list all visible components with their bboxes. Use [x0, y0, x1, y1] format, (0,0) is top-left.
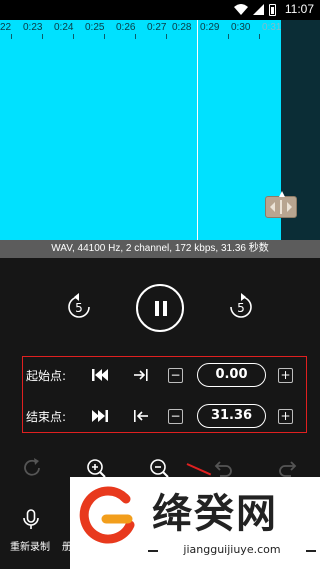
pause-icon-bar: [163, 301, 167, 316]
file-info-bar: WAV, 44100 Hz, 2 channel, 172 kbps, 31.3…: [0, 240, 320, 258]
arrow-left-icon: [270, 202, 275, 212]
timeline-tick: 22: [0, 22, 12, 33]
start-point-label: 起始点:: [26, 369, 67, 383]
transport-controls: 5 5: [0, 258, 320, 358]
set-end-here-icon[interactable]: [130, 405, 152, 427]
marker-pin-icon: [279, 191, 285, 197]
watermark-subtitle: jiangguijiuye.com: [148, 543, 316, 556]
end-point-label: 结束点:: [26, 410, 67, 424]
skip-to-start-icon[interactable]: [89, 364, 111, 386]
skip-forward-seconds: 5: [237, 301, 245, 315]
pause-button[interactable]: [136, 284, 184, 332]
playhead-line[interactable]: [197, 20, 198, 240]
timeline-tick: 0:31: [262, 22, 282, 33]
start-increase-button[interactable]: +: [278, 368, 293, 383]
tick-mark: [166, 34, 167, 39]
start-decrease-button[interactable]: −: [168, 368, 183, 383]
tick-mark: [135, 34, 136, 39]
audio-editor-screen: 11:07 22 0:23 0:24 0:25 0:26 0:27 0:28 0…: [0, 0, 320, 569]
timeline-tick: 0:24: [54, 22, 74, 33]
refresh-icon[interactable]: [20, 456, 44, 480]
tick-mark: [104, 34, 105, 39]
waveform-view[interactable]: 22 0:23 0:24 0:25 0:26 0:27 0:28 0:29 0:…: [0, 20, 320, 240]
signal-icon: [253, 4, 264, 15]
status-time: 11:07: [284, 2, 314, 16]
watermark-title: 绛癸网: [152, 491, 278, 537]
timeline-tick: 0:29: [200, 22, 220, 33]
timeline-tick: 0:23: [23, 22, 43, 33]
arrow-right-icon: [287, 202, 292, 212]
end-point-row: 结束点: − 31.36 +: [23, 401, 308, 431]
end-marker-handle[interactable]: [265, 191, 297, 218]
battery-icon: [269, 4, 276, 16]
timeline-tick: 0:26: [116, 22, 136, 33]
skip-forward-button[interactable]: 5: [226, 292, 256, 322]
set-start-here-icon[interactable]: [130, 364, 152, 386]
start-value-field[interactable]: 0.00: [197, 363, 266, 387]
skip-back-seconds: 5: [75, 301, 83, 315]
watermark-overlay: 绛癸网 jiangguijiuye.com: [70, 477, 320, 569]
end-increase-button[interactable]: +: [278, 409, 293, 424]
microphone-icon: [23, 509, 39, 529]
timeline-tick: 0:27: [147, 22, 167, 33]
tick-mark: [42, 34, 43, 39]
wifi-icon: [234, 4, 248, 15]
timeline-ruler: 22 0:23 0:24 0:25 0:26 0:27 0:28 0:29 0:…: [0, 20, 320, 39]
timeline-tick: 0:28: [172, 22, 192, 33]
grip-icon: [280, 200, 282, 214]
end-value-field[interactable]: 31.36: [197, 404, 266, 428]
watermark-logo-icon: [79, 486, 135, 544]
tick-mark: [259, 34, 260, 39]
rerecord-label: 重新录制: [10, 542, 50, 553]
skip-back-button[interactable]: 5: [64, 292, 94, 322]
tick-mark: [73, 34, 74, 39]
tick-mark: [228, 34, 229, 39]
start-point-row: 起始点: − 0.00 +: [23, 360, 308, 390]
tick-mark: [11, 34, 12, 39]
pause-icon: [155, 301, 159, 316]
skip-to-end-icon[interactable]: [89, 405, 111, 427]
timeline-tick: 0:30: [231, 22, 251, 33]
timeline-tick: 0:25: [85, 22, 105, 33]
selection-panel: 起始点: − 0.00 + 结束点: − 31.36 +: [22, 356, 307, 433]
end-decrease-button[interactable]: −: [168, 409, 183, 424]
status-bar: 11:07: [0, 0, 320, 20]
